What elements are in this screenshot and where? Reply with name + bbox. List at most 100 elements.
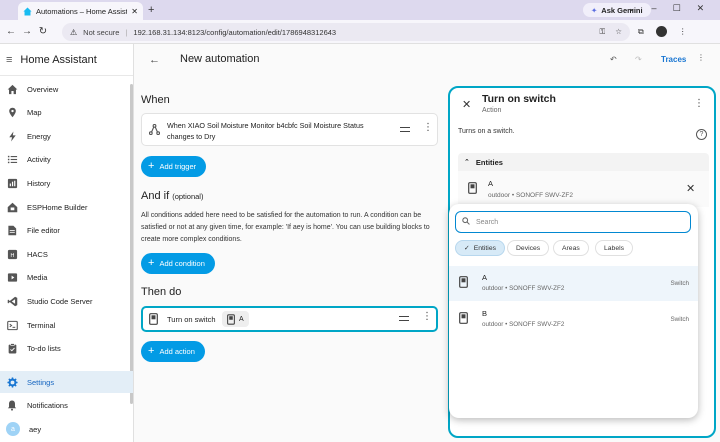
esphome-icon [6,201,18,213]
action-card[interactable]: Turn on switch A ⋮ [141,306,438,332]
sidebar-item-label: History [27,178,51,188]
sidebar-item-notifications[interactable]: Notifications [0,394,133,416]
filter-chip-labels[interactable]: Labels [595,240,634,256]
password-key-icon[interactable]: ⚿ [600,27,606,37]
target-chip[interactable]: A [222,311,249,327]
remove-entity-icon[interactable]: ✕ [686,182,695,195]
panel-more-icon[interactable]: ⋮ [694,98,704,109]
sidebar-item-label: Energy [27,131,51,141]
sidebar-item-activity[interactable]: Activity [0,149,133,171]
optional-label: (optional) [172,192,204,201]
sidebar-item-label: Notifications [27,400,68,410]
wrench-icon [6,225,18,237]
option-meta: outdoor • SONOFF SWV-ZF2 [482,321,565,328]
sidebar-item-label: Media [27,273,48,283]
more-options-icon[interactable]: ⋮ [697,53,705,62]
sidebar-title: Home Assistant [20,53,97,66]
sidebar-item-terminal[interactable]: Terminal [0,314,133,336]
redo-icon[interactable]: ↷ [635,55,642,64]
browser-forward-icon[interactable]: → [19,26,35,37]
sidebar-item-label: ESPHome Builder [27,202,88,212]
drag-handle-icon[interactable] [399,316,409,321]
chip-label: Labels [604,244,625,252]
entity-option[interactable]: B outdoor • SONOFF SWV-ZF2 Switch [449,302,698,337]
switch-icon [227,313,235,325]
option-name: A [482,273,488,282]
browser-menu-icon[interactable]: ⋮ [679,27,687,36]
browser-back-icon[interactable]: ← [3,26,19,37]
sidebar-item-label: Activity [27,155,51,165]
sidebar-item-file-editor[interactable]: File editor [0,220,133,242]
traces-button[interactable]: Traces [661,55,686,64]
help-icon[interactable]: ? [696,129,707,140]
tab-close-icon[interactable]: ✕ [131,7,138,16]
sidebar-item-studio-code-server[interactable]: Studio Code Server [0,290,133,312]
avatar: a [6,422,20,436]
switch-icon [149,313,158,325]
sidebar-item-settings[interactable]: Settings [0,371,133,393]
undo-icon[interactable]: ↶ [610,55,617,64]
chevron-up-icon: ⌃ [464,159,470,166]
filter-chip-entities[interactable]: ✓ Entities [455,240,505,256]
extensions-icon[interactable]: ⧉ [638,27,644,37]
when-heading: When [141,94,170,106]
filter-chip-devices[interactable]: Devices [507,240,550,256]
option-name: B [482,309,488,318]
add-action-button[interactable]: + Add action [141,341,205,362]
new-tab-button[interactable]: + [148,4,154,16]
close-icon[interactable]: ✕ [462,98,471,111]
browser-tab[interactable]: Automations – Home Assistant ✕ [18,2,143,20]
url-text[interactable]: 192.168.31.134:8123/config/automation/ed… [133,28,336,37]
entities-section-header[interactable]: ⌃ Entities [458,153,709,171]
panel-description: Turns on a switch. [458,128,515,135]
selected-entity[interactable]: A outdoor • SONOFF SWV-ZF2 ✕ [458,171,709,207]
tab-search-icon[interactable]: ⌄ [628,3,636,14]
state-trigger-icon [149,124,160,135]
add-trigger-label: Add trigger [159,162,197,171]
sidebar-item-map[interactable]: Map [0,102,133,124]
add-condition-label: Add condition [159,259,205,268]
sidebar-item-esphome-builder[interactable]: ESPHome Builder [0,196,133,218]
and-if-heading: And if (optional) [141,190,203,202]
sidebar-item-label: Terminal [27,320,56,330]
trigger-card[interactable]: When XIAO Soil Moisture Monitor b4cbfc S… [141,113,438,146]
maximize-icon[interactable]: ☐ [673,3,681,14]
switch-icon [459,276,468,288]
and-if-title: And if [141,190,170,202]
add-action-label: Add action [159,347,195,356]
add-trigger-button[interactable]: + Add trigger [141,156,207,177]
menu-icon[interactable]: ≡ [6,54,12,66]
sidebar-item-history[interactable]: History [0,172,133,194]
not-secure-icon[interactable]: ⚠ [70,28,77,37]
sidebar-item-energy[interactable]: Energy [0,125,133,147]
search-icon [462,217,470,227]
gemini-icon: ✦ [591,5,598,15]
sidebar-item-hacs[interactable]: H HACS [0,243,133,265]
map-icon [6,107,18,119]
reload-icon[interactable]: ↻ [35,26,51,37]
sidebar-item-to-do-lists[interactable]: To-do lists [0,338,133,360]
close-window-icon[interactable]: ✕ [697,3,705,14]
add-condition-button[interactable]: + Add condition [141,253,215,274]
sidebar-item-user[interactable]: a aey [0,418,133,440]
trigger-more-icon[interactable]: ⋮ [423,123,433,133]
option-domain: Switch [670,316,689,323]
minimize-icon[interactable]: – [652,3,657,14]
selected-entity-meta: outdoor • SONOFF SWV-ZF2 [488,192,574,199]
action-more-icon[interactable]: ⋮ [422,312,432,322]
bookmark-star-icon[interactable]: ☆ [615,27,622,37]
plus-icon: + [148,345,155,357]
switch-icon [459,312,468,324]
drag-handle-icon[interactable] [400,127,410,132]
search-input[interactable]: Search [455,211,691,233]
address-bar[interactable]: ⚠ Not secure | 192.168.31.134:8123/confi… [62,23,630,41]
media-icon [6,272,18,284]
filter-chip-areas[interactable]: Areas [553,240,589,256]
option-domain: Switch [670,280,689,287]
profile-avatar[interactable] [655,26,667,37]
sidebar-item-overview[interactable]: Overview [0,78,133,100]
back-arrow-icon[interactable]: ← [149,54,160,66]
sidebar-item-media[interactable]: Media [0,267,133,289]
not-secure-label[interactable]: Not secure [83,28,119,37]
entity-option[interactable]: A outdoor • SONOFF SWV-ZF2 Switch [449,266,698,301]
